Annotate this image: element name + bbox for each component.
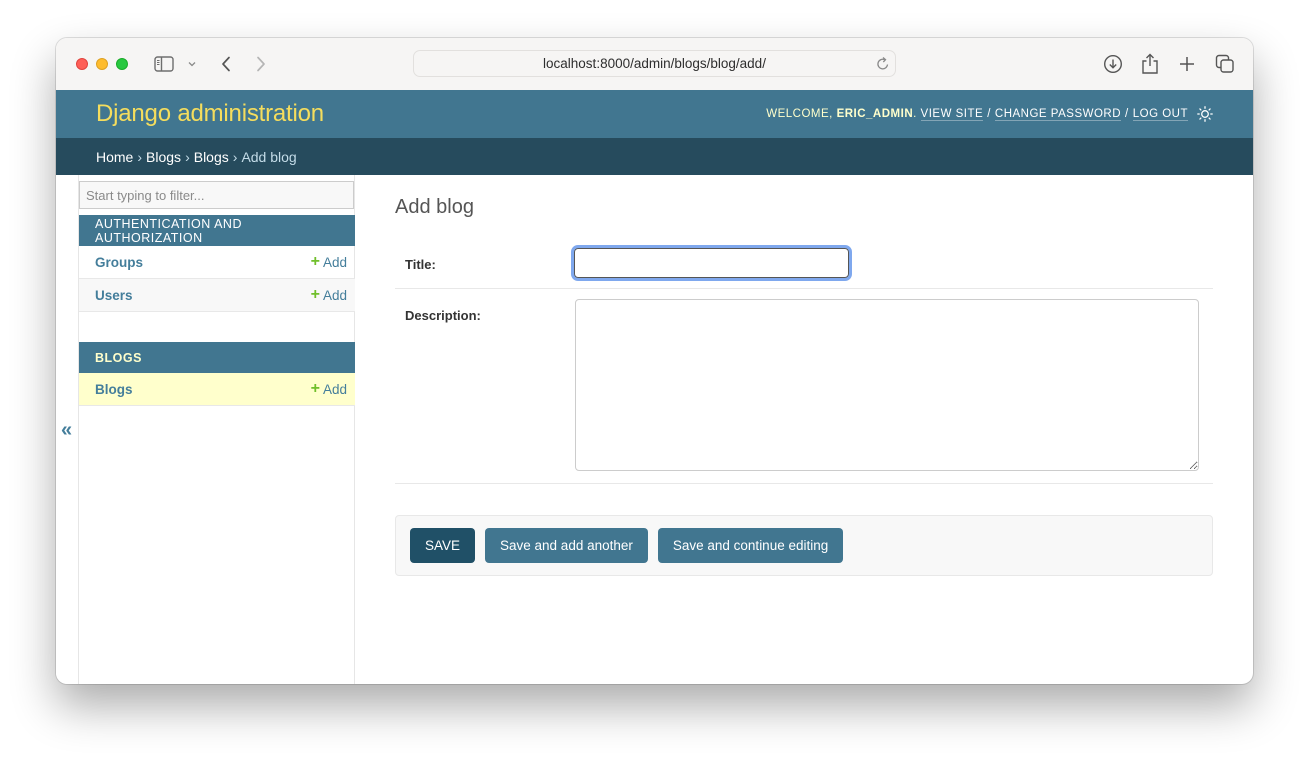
- share-icon[interactable]: [1140, 52, 1160, 76]
- add-icon: +: [310, 380, 320, 397]
- breadcrumb: Home › Blogs › Blogs › Add blog: [56, 138, 1253, 175]
- zoom-window-button[interactable]: [116, 58, 128, 70]
- add-blogs-link[interactable]: + Add: [311, 381, 347, 397]
- add-icon: +: [310, 286, 320, 303]
- module-caption[interactable]: AUTHENTICATION AND AUTHORIZATION: [79, 215, 355, 246]
- save-and-add-another-button[interactable]: Save and add another: [485, 528, 648, 563]
- log-out-link[interactable]: Log out: [1132, 108, 1188, 121]
- forward-button[interactable]: [253, 52, 269, 76]
- model-link-users[interactable]: Users: [95, 288, 133, 303]
- breadcrumb-separator: ›: [185, 148, 190, 165]
- site-branding[interactable]: Django administration: [96, 100, 324, 128]
- nav-sidebar-toggle[interactable]: «: [56, 175, 79, 684]
- separator: /: [1125, 108, 1129, 120]
- user-tools: Welcome, eric_admin. View site / Change pa…: [766, 106, 1213, 122]
- theme-toggle-button[interactable]: [1197, 106, 1213, 122]
- description-textarea[interactable]: [575, 299, 1199, 471]
- plus-icon: [1180, 57, 1194, 71]
- save-button[interactable]: SAVE: [410, 528, 476, 563]
- collapse-sidebar-icon[interactable]: «: [61, 420, 72, 440]
- add-label: Add: [322, 381, 347, 397]
- add-label: Add: [322, 287, 347, 303]
- breadcrumb-separator: ›: [232, 148, 238, 165]
- separator: /: [987, 108, 991, 120]
- title-input[interactable]: [571, 245, 852, 281]
- address-bar[interactable]: localhost:8000/admin/blogs/blog/add/: [413, 50, 896, 77]
- tab-overview-icon[interactable]: [1214, 52, 1236, 76]
- module-auth: AUTHENTICATION AND AUTHORIZATION Groups …: [79, 215, 355, 312]
- breadcrumb-separator: ›: [137, 148, 143, 165]
- model-row-users: Users + Add: [79, 279, 355, 312]
- close-window-button[interactable]: [76, 58, 88, 70]
- username: eric_admin: [836, 108, 914, 120]
- submit-row: SAVE Save and add another Save and conti…: [395, 515, 1213, 576]
- add-groups-link[interactable]: + Add: [311, 254, 347, 270]
- model-row-blogs: Blogs + Add: [79, 373, 355, 406]
- add-label: Add: [322, 254, 347, 270]
- add-users-link[interactable]: + Add: [311, 287, 347, 303]
- minimize-window-button[interactable]: [96, 58, 108, 70]
- page-title: Add blog: [395, 196, 474, 218]
- nav-filter-input[interactable]: [79, 181, 354, 209]
- content-area: Add blog Title: Description: SAVE Save a…: [395, 175, 1213, 684]
- reload-icon[interactable]: [876, 56, 890, 74]
- welcome-text: Welcome,: [766, 108, 833, 120]
- browser-toolbar: localhost:8000/admin/blogs/blog/add/: [56, 38, 1253, 90]
- sidebar-icon[interactable]: [152, 52, 176, 76]
- breadcrumb-home[interactable]: Home: [96, 149, 133, 165]
- chevron-right-icon: [257, 56, 265, 72]
- period: .: [913, 108, 917, 120]
- chevron-left-icon: [222, 56, 230, 72]
- back-button[interactable]: [218, 52, 234, 76]
- form-row-description: Description:: [395, 289, 1213, 484]
- new-tab-button[interactable]: [1177, 52, 1197, 76]
- model-row-groups: Groups + Add: [79, 246, 355, 279]
- breadcrumb-blogs-model[interactable]: Blogs: [194, 149, 229, 165]
- change-password-link[interactable]: Change password: [994, 108, 1122, 121]
- add-icon: +: [310, 253, 320, 270]
- title-label: Title:: [405, 257, 436, 272]
- module-blogs: BLOGS Blogs + Add: [79, 342, 355, 406]
- view-site-link[interactable]: View site: [920, 108, 984, 121]
- url-text: localhost:8000/admin/blogs/blog/add/: [543, 56, 766, 71]
- chevron-down-icon[interactable]: [186, 52, 198, 76]
- breadcrumb-blogs-app[interactable]: Blogs: [146, 149, 181, 165]
- save-and-continue-button[interactable]: Save and continue editing: [657, 528, 844, 563]
- module-caption[interactable]: BLOGS: [79, 342, 355, 373]
- download-icon[interactable]: [1102, 52, 1124, 76]
- description-label: Description:: [405, 308, 481, 323]
- sun-icon: [1197, 106, 1213, 122]
- model-link-groups[interactable]: Groups: [95, 255, 143, 270]
- browser-window: localhost:8000/admin/blogs/blog/add/ Dja…: [56, 38, 1253, 684]
- model-link-blogs[interactable]: Blogs: [95, 382, 133, 397]
- site-header: Django administration Welcome, eric_admi…: [56, 90, 1253, 138]
- breadcrumb-current: Add blog: [241, 148, 297, 165]
- form-row-title: Title:: [395, 237, 1213, 289]
- nav-sidebar: AUTHENTICATION AND AUTHORIZATION Groups …: [79, 175, 355, 684]
- main-container: « AUTHENTICATION AND AUTHORIZATION Group…: [56, 175, 1253, 684]
